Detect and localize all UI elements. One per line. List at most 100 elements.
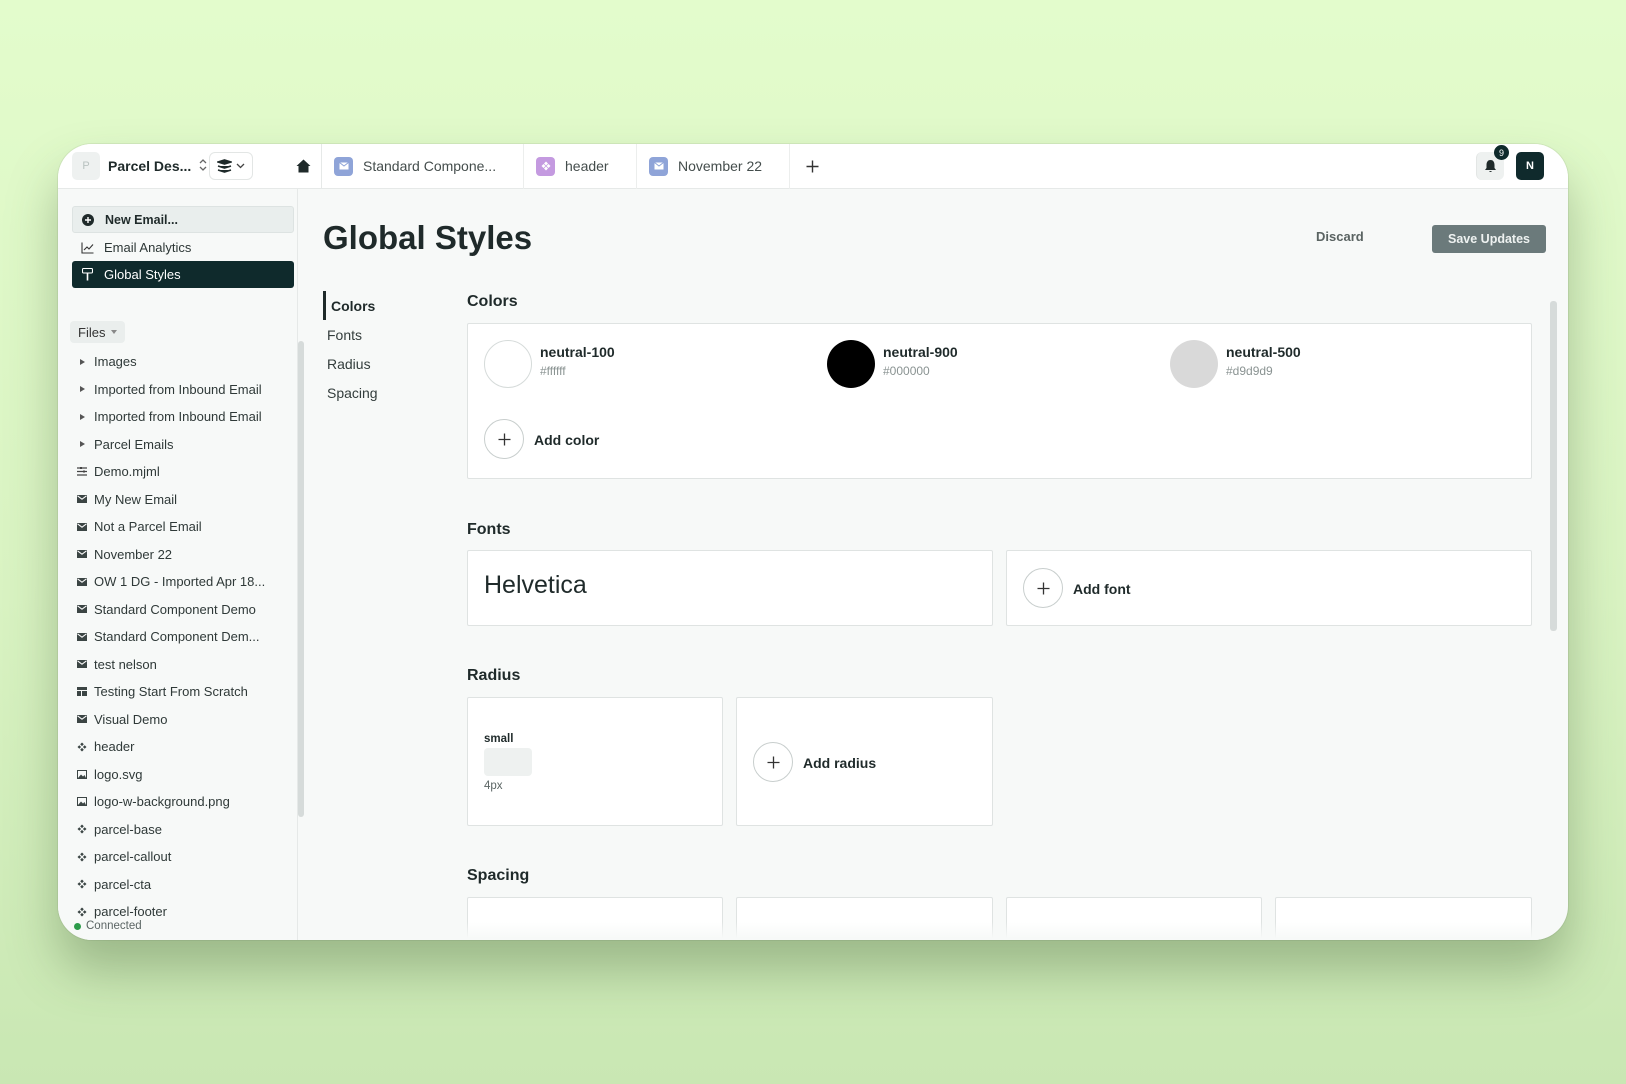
sidebar-item-email-analytics[interactable]: Email Analytics — [72, 234, 294, 261]
file-tree-item[interactable]: Not a Parcel Email — [76, 513, 281, 541]
home-icon — [296, 159, 311, 173]
file-tree-item[interactable]: November 22 — [76, 541, 281, 569]
home-button[interactable] — [286, 144, 322, 189]
connection-status: Connected — [74, 920, 142, 932]
caret-right-icon — [76, 386, 88, 393]
chevron-updown-icon — [199, 158, 207, 174]
section-nav: Colors Fonts Radius Spacing — [323, 291, 378, 407]
radius-preview — [484, 748, 532, 776]
file-tree-label: Parcel Emails — [94, 436, 174, 452]
file-tree-folder[interactable]: Images — [76, 348, 281, 376]
color-swatch-neutral-100[interactable] — [484, 340, 532, 388]
file-tree-item[interactable]: parcel-cta — [76, 871, 281, 899]
file-tree-label: My New Email — [94, 491, 178, 507]
color-swatch-neutral-500[interactable] — [1170, 340, 1218, 388]
notifications-button[interactable]: 9 — [1476, 145, 1509, 180]
file-tree-item[interactable]: logo-w-background.png — [76, 788, 281, 816]
file-tree: Images Imported from Inbound Email Importe… — [76, 348, 281, 926]
top-right-controls: 9 N — [1476, 144, 1568, 188]
add-radius-button[interactable] — [753, 742, 793, 782]
workspace-name: Parcel Des... — [108, 158, 192, 174]
file-tree-item[interactable]: Standard Component Demo — [76, 596, 281, 624]
radius-name: small — [484, 733, 514, 745]
tab-header[interactable]: header — [524, 144, 637, 189]
layers-icon — [217, 159, 233, 173]
caret-right-icon — [76, 441, 88, 448]
add-font-label[interactable]: Add font — [1073, 581, 1131, 597]
add-radius-label[interactable]: Add radius — [803, 755, 876, 771]
layers-menu-button[interactable] — [209, 152, 254, 180]
file-tree-item[interactable]: parcel-callout — [76, 843, 281, 871]
file-tree-label: Testing Start From Scratch — [94, 684, 248, 700]
page-title: Global Styles — [323, 219, 533, 256]
new-tab-button[interactable] — [790, 160, 834, 173]
section-nav-radius[interactable]: Radius — [323, 349, 378, 378]
file-tree-item[interactable]: OW 1 DG - Imported Apr 18... — [76, 568, 281, 596]
file-tree-item[interactable]: Demo.mjml — [76, 458, 281, 486]
file-tree-item[interactable]: My New Email — [76, 486, 281, 514]
main-scrollbar[interactable] — [1550, 301, 1557, 631]
file-tree-label: Not a Parcel Email — [94, 519, 202, 535]
files-dropdown[interactable]: Files — [70, 321, 126, 343]
file-tree-label: parcel-base — [94, 821, 162, 837]
color-hex: #ffffff — [540, 364, 566, 378]
workspace-switcher[interactable]: P Parcel Des... — [58, 144, 278, 188]
color-hex: #d9d9d9 — [1226, 364, 1273, 378]
files-label: Files — [78, 324, 106, 340]
tab-standard-component[interactable]: Standard Compone... — [322, 144, 524, 189]
file-tree-label: Visual Demo — [94, 711, 168, 727]
add-color-button[interactable] — [484, 419, 524, 459]
color-name: neutral-500 — [1226, 344, 1301, 360]
file-tree-item[interactable]: Testing Start From Scratch — [76, 678, 281, 706]
file-tree-folder[interactable]: Parcel Emails — [76, 431, 281, 459]
save-updates-button[interactable]: Save Updates — [1432, 225, 1546, 253]
sidebar-item-global-styles[interactable]: Global Styles — [72, 261, 294, 288]
add-font-button[interactable] — [1023, 568, 1063, 608]
add-color-label[interactable]: Add color — [534, 432, 599, 448]
mail-icon — [76, 632, 88, 641]
file-tree-item[interactable]: Visual Demo — [76, 706, 281, 734]
new-email-button[interactable]: New Email... — [72, 206, 294, 233]
color-name: neutral-100 — [540, 344, 615, 360]
file-tree-item[interactable]: header — [76, 733, 281, 761]
tab-november-22[interactable]: November 22 — [637, 144, 790, 189]
mail-icon — [76, 577, 88, 586]
status-dot-icon — [74, 922, 81, 930]
user-avatar[interactable]: N — [1516, 152, 1544, 180]
mail-icon — [649, 156, 668, 176]
component-icon — [76, 742, 88, 752]
new-email-label: New Email... — [105, 212, 178, 227]
tab-label: Standard Compone... — [363, 158, 497, 174]
file-tree-item[interactable]: parcel-base — [76, 816, 281, 844]
notification-count-badge: 9 — [1494, 145, 1509, 160]
file-tree-label: OW 1 DG - Imported Apr 18... — [94, 574, 266, 590]
file-tree-item[interactable]: logo.svg — [76, 761, 281, 789]
mail-icon — [76, 605, 88, 614]
discard-button[interactable]: Discard — [1316, 229, 1364, 244]
component-icon — [76, 852, 88, 862]
font-card-helvetica[interactable]: Helvetica — [467, 550, 993, 626]
color-name: neutral-900 — [883, 344, 958, 360]
file-tree-item[interactable]: Standard Component Dem... — [76, 623, 281, 651]
image-icon — [76, 797, 88, 807]
tab-label: November 22 — [678, 158, 763, 174]
add-radius-card[interactable]: Add radius — [736, 697, 993, 826]
bottom-fade — [299, 922, 1568, 940]
section-nav-fonts[interactable]: Fonts — [323, 320, 378, 349]
template-icon — [76, 687, 88, 697]
radius-card-small[interactable]: small 4px — [467, 697, 723, 826]
top-bar: P Parcel Des... Standard Compone... head… — [58, 144, 1568, 189]
file-tree-item[interactable]: test nelson — [76, 651, 281, 679]
file-tree-folder[interactable]: Imported from Inbound Email — [76, 376, 281, 404]
paint-roller-icon — [80, 268, 94, 282]
file-tree-label: Imported from Inbound Email — [94, 409, 262, 425]
color-swatch-neutral-900[interactable] — [827, 340, 875, 388]
add-font-card[interactable]: Add font — [1006, 550, 1532, 626]
plus-circle-icon — [81, 213, 95, 227]
section-nav-spacing[interactable]: Spacing — [323, 378, 378, 407]
file-tree-folder[interactable]: Imported from Inbound Email — [76, 403, 281, 431]
section-nav-colors[interactable]: Colors — [323, 291, 378, 320]
plus-icon — [767, 756, 779, 768]
font-name: Helvetica — [484, 571, 587, 599]
radius-value: 4px — [484, 780, 503, 792]
